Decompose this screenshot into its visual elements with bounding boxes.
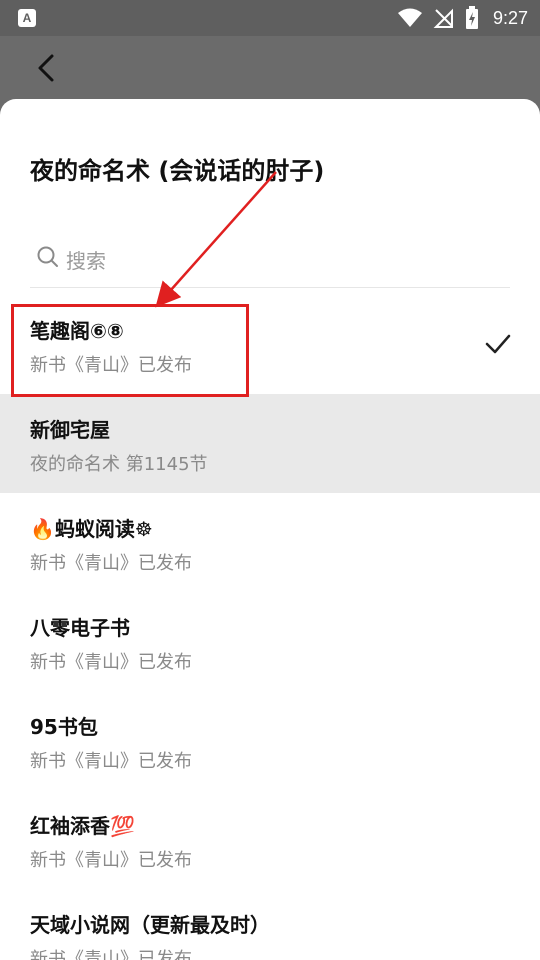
source-picker-sheet: 夜的命名术 (会说话的肘子) 搜索 笔趣阁⑥⑧ 新书《青山》已发布 新御宅屋 夜… [0,99,540,960]
source-item[interactable]: 95书包 新书《青山》已发布 [0,691,540,790]
wifi-icon [397,8,422,27]
source-latest-chapter: 新书《青山》已发布 [30,949,192,960]
source-name: 🔥蚂蚁阅读☸ [30,517,153,541]
source-latest-chapter: 新书《青山》已发布 [30,553,192,574]
source-item[interactable]: 红袖添香💯 新书《青山》已发布 [0,790,540,889]
source-name: 八零电子书 [30,616,130,640]
no-signal-icon [433,8,453,28]
app-notification-icon: A [18,9,36,27]
source-latest-chapter: 新书《青山》已发布 [30,751,192,772]
search-icon [37,246,58,267]
source-latest-chapter: 新书《青山》已发布 [30,850,192,871]
source-name: 95书包 [30,715,98,739]
status-icons: 9:27 [397,6,528,30]
book-title: 夜的命名术 (会说话的肘子) [30,157,325,185]
source-name: 新御宅屋 [30,418,110,442]
source-latest-chapter: 夜的命名术 第1145节 [30,454,208,475]
source-item[interactable]: 天域小说网（更新最及时） 新书《青山》已发布 [0,889,540,960]
checkmark-icon [485,334,511,354]
source-item[interactable]: 🔥蚂蚁阅读☸ 新书《青山》已发布 [0,493,540,592]
top-bar [0,36,540,100]
source-item[interactable]: 新御宅屋 夜的命名术 第1145节 [0,394,540,493]
back-arrow-icon[interactable] [30,50,66,86]
status-bar: A 9:27 [0,0,540,36]
battery-charging-icon [465,6,478,29]
source-name: 红袖添香💯 [30,814,135,838]
source-latest-chapter: 新书《青山》已发布 [30,652,192,673]
source-item[interactable]: 八零电子书 新书《青山》已发布 [0,592,540,691]
search-placeholder: 搜索 [66,249,106,273]
search-input[interactable]: 搜索 [30,237,510,288]
annotation-highlight-box [11,304,249,397]
clock: 9:27 [492,7,528,28]
source-name: 天域小说网（更新最及时） [30,913,270,937]
